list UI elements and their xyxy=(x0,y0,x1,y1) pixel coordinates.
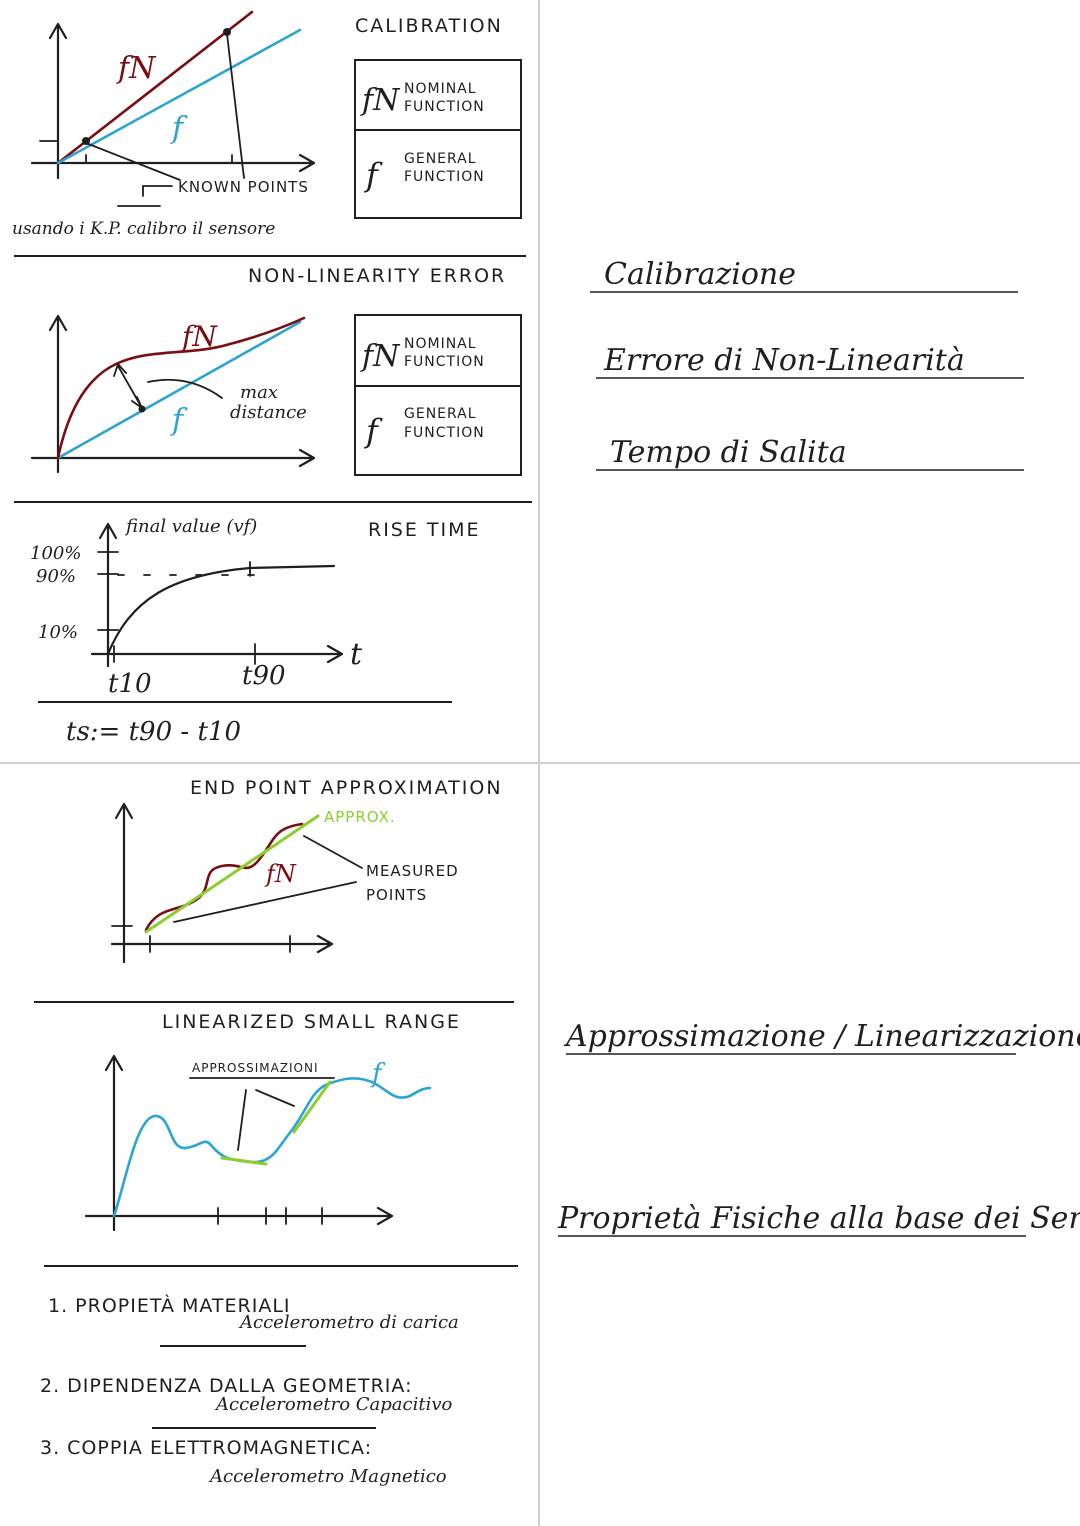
title-calibrazione: Calibrazione xyxy=(604,257,796,292)
nonlinearity-fn-label: fN xyxy=(180,320,218,353)
y-label-10: 10% xyxy=(38,622,78,643)
rise-time-section: RISE TIME final value (vf) 100% 90% 10% … xyxy=(30,516,481,747)
max-distance-label-1: max xyxy=(240,382,278,403)
approssimazioni-label: APPROSSIMAZIONI xyxy=(192,1061,319,1075)
known-points-pointers xyxy=(85,33,245,181)
t90-label: t90 xyxy=(242,661,286,691)
approx-label: APPROX. xyxy=(324,808,396,826)
linearized-f-label: f xyxy=(370,1059,386,1089)
endpoint-fn-label: fN xyxy=(264,860,297,888)
property-1-sub: Accelerometro di carica xyxy=(238,1312,459,1333)
nonlinearity-y-axis xyxy=(48,314,68,474)
linearized-approx-segment-2 xyxy=(292,1080,332,1134)
measured-label-1: MEASURED xyxy=(366,862,459,880)
rise-x-ticks xyxy=(113,561,256,665)
calibration-legend-nominal-2: FUNCTION xyxy=(404,99,485,115)
calibration-y-axis xyxy=(48,22,68,180)
rise-x-axis-label: t xyxy=(350,637,363,672)
max-distance-point xyxy=(138,405,146,413)
endpoint-ticks xyxy=(111,925,291,953)
rise-time-heading: RISE TIME xyxy=(368,519,481,541)
nonlinearity-section: NON-LINEARITY ERROR fN f max distance fN… xyxy=(14,265,532,503)
title-errore-non-linearita: Errore di Non-Linearità xyxy=(603,343,965,378)
rise-time-formula: ts:= t90 - t10 xyxy=(66,717,241,747)
t10-label: t10 xyxy=(108,669,152,699)
property-2-sub: Accelerometro Capacitivo xyxy=(214,1394,453,1415)
approssimazioni-pointers xyxy=(237,1089,295,1151)
calibration-legend-general-2: FUNCTION xyxy=(404,169,485,185)
nonlinearity-legend-nominal-1: NOMINAL xyxy=(404,336,477,352)
calibration-legend-nominal-1: NOMINAL xyxy=(404,81,477,97)
calibration-heading: CALIBRATION xyxy=(355,15,503,37)
y-label-90: 90% xyxy=(36,566,76,587)
properties-section: 1. PROPIETÀ MATERIALI Accelerometro di c… xyxy=(40,1294,459,1487)
right-titles: Calibrazione Errore di Non-Linearità Tem… xyxy=(557,257,1080,1237)
rise-y-axis xyxy=(98,522,118,668)
property-3-sub: Accelerometro Magnetico xyxy=(208,1466,447,1487)
linearized-x-axis xyxy=(84,1206,394,1226)
property-3-title: 3. COPPIA ELETTROMAGNETICA: xyxy=(40,1437,372,1459)
known-points-hook xyxy=(142,185,173,197)
notes-canvas: CALIBRATION fN f KNOWN POINTS usando i K… xyxy=(0,0,1080,1526)
y-label-100: 100% xyxy=(30,543,81,564)
endpoint-x-axis xyxy=(110,934,334,954)
max-distance-arrow xyxy=(113,362,143,409)
title-tempo-di-salita: Tempo di Salita xyxy=(610,435,847,470)
title-proprieta-fisiche: Proprietà Fisiche alla base dei Sensori xyxy=(557,1201,1080,1236)
measured-label-2: POINTS xyxy=(366,886,427,904)
nonlinearity-legend-general-1: GENERAL xyxy=(404,406,477,422)
calibration-x-axis xyxy=(30,153,316,173)
nonlinearity-f-label: f xyxy=(170,403,188,438)
calibration-ticks xyxy=(39,140,233,164)
linearized-heading: LINEARIZED SMALL RANGE xyxy=(162,1011,461,1033)
end-point-section: END POINT APPROXIMATION APPROX. fN MEASU… xyxy=(34,777,514,1003)
linearized-general-curve xyxy=(112,1077,432,1218)
nonlinearity-legend-fn-symbol: fN xyxy=(360,339,401,374)
calibration-note: usando i K.P. calibro il sensore xyxy=(12,219,275,239)
calibration-legend-general-1: GENERAL xyxy=(404,151,477,167)
linearized-section: LINEARIZED SMALL RANGE APPROSSIMAZIONI f xyxy=(44,1011,518,1267)
nonlinearity-legend-general-2: FUNCTION xyxy=(404,425,485,441)
final-value-label: final value (vf) xyxy=(124,516,257,537)
rise-x-axis xyxy=(90,644,344,664)
max-distance-pointer xyxy=(147,378,223,399)
end-point-heading: END POINT APPROXIMATION xyxy=(190,777,503,799)
title-approssimazione: Approssimazione / Linearizzazione xyxy=(563,1019,1080,1054)
known-points-label: KNOWN POINTS xyxy=(178,178,309,196)
endpoint-y-axis xyxy=(114,802,134,964)
linearized-y-axis xyxy=(104,1054,124,1232)
max-distance-label-2: distance xyxy=(230,402,307,423)
nonlinearity-heading: NON-LINEARITY ERROR xyxy=(248,265,506,287)
calibration-legend-fn-symbol: fN xyxy=(360,83,401,118)
nonlinearity-legend-nominal-2: FUNCTION xyxy=(404,354,485,370)
calibration-f-label: f xyxy=(170,111,188,146)
nonlinearity-x-axis xyxy=(30,448,316,468)
nonlinearity-legend-f-symbol: f xyxy=(364,412,383,450)
calibration-fn-label: fN xyxy=(116,51,157,86)
calibration-legend-f-symbol: f xyxy=(364,156,383,194)
calibration-section: CALIBRATION fN f KNOWN POINTS usando i K… xyxy=(12,10,526,257)
rise-curve xyxy=(106,564,336,656)
